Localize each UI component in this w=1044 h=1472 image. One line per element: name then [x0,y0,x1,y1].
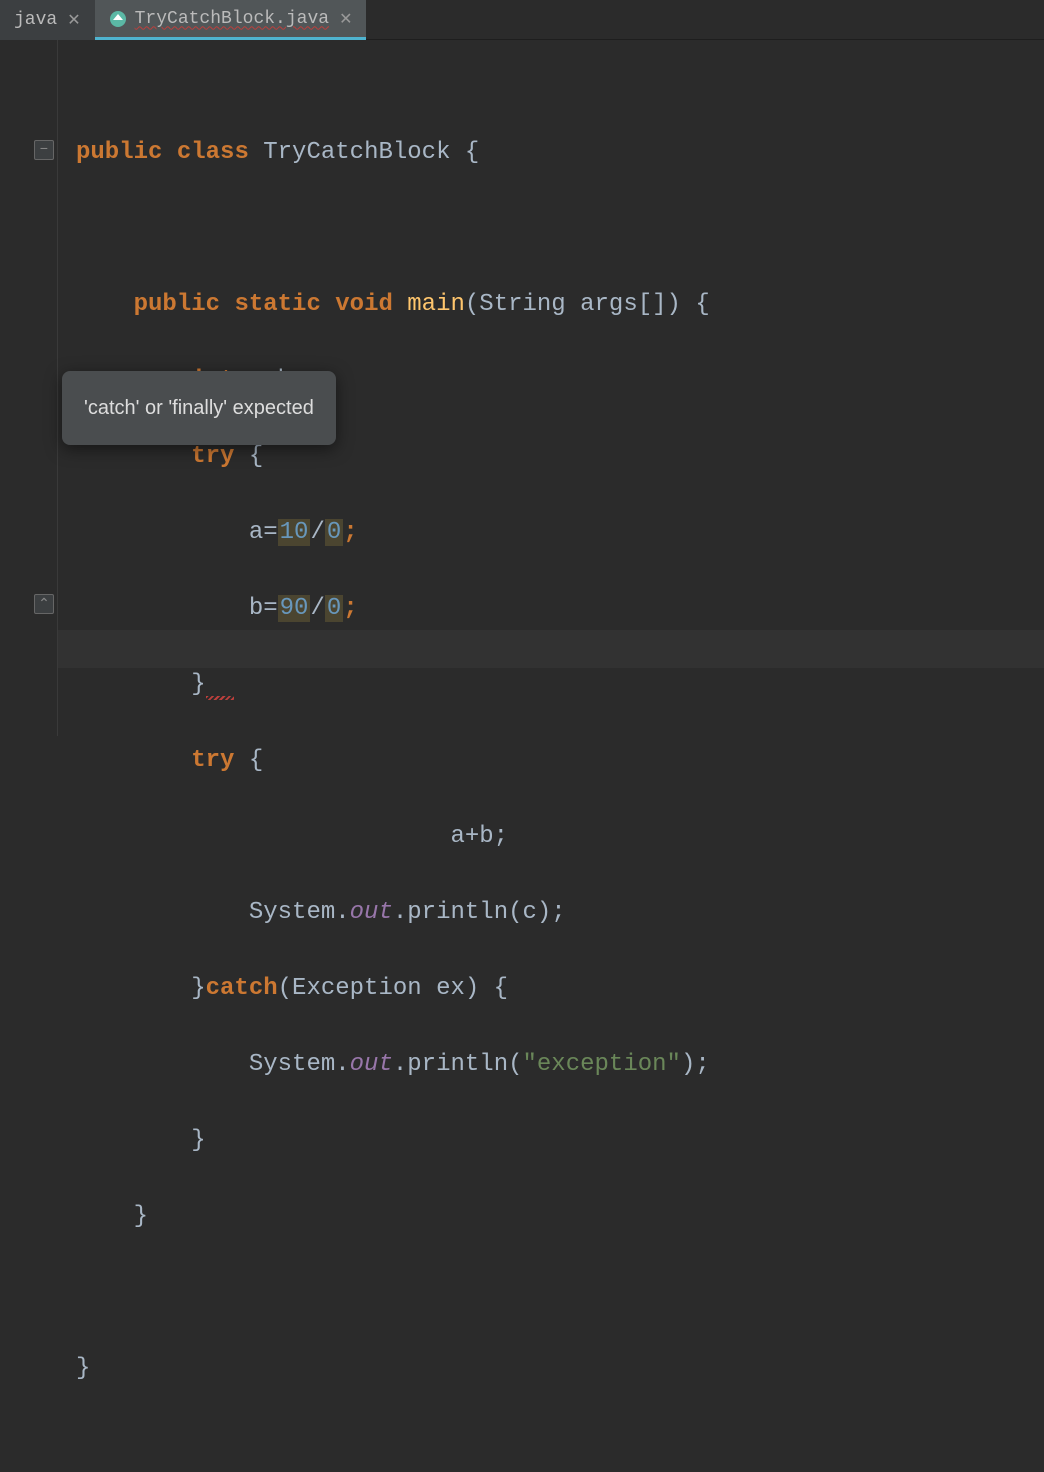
editor[interactable]: − ⌃ public class TryCatchBlock { public … [0,40,1044,736]
tab-trycatchblock[interactable]: TryCatchBlock.java ✕ [95,0,367,40]
tab-label: java [14,10,57,30]
close-icon[interactable]: ✕ [67,10,80,30]
tab-label: TryCatchBlock.java [135,9,329,29]
tab-java[interactable]: java ✕ [0,0,95,40]
gutter: − ⌃ [0,40,58,736]
code-area[interactable]: public class TryCatchBlock { public stat… [58,40,1044,736]
error-tooltip: 'catch' or 'finally' expected [62,371,336,445]
fold-collapse-icon[interactable]: − [34,140,54,160]
file-icon [109,10,127,28]
close-icon[interactable]: ✕ [339,9,352,29]
caret-line [58,630,1044,668]
fold-end-icon[interactable]: ⌃ [34,594,54,614]
tab-bar: java ✕ TryCatchBlock.java ✕ [0,0,1044,40]
error-marker[interactable] [206,671,235,698]
